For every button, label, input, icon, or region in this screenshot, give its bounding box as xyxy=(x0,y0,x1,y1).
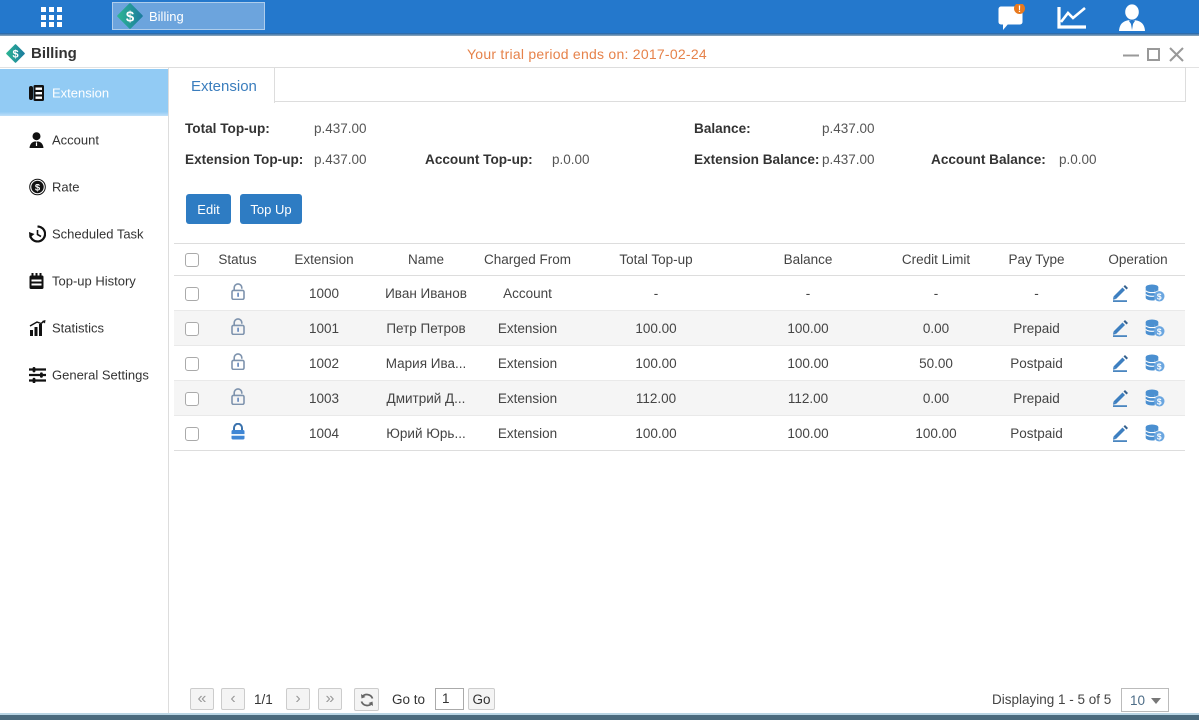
svg-text:$: $ xyxy=(1156,432,1161,442)
svg-text:$: $ xyxy=(12,49,18,61)
svg-text:$: $ xyxy=(35,182,41,193)
svg-text:$: $ xyxy=(1156,362,1161,372)
svg-text:!: ! xyxy=(1018,4,1021,14)
svg-text:$: $ xyxy=(1156,327,1161,337)
svg-text:$: $ xyxy=(1156,397,1161,407)
svg-text:$: $ xyxy=(126,9,135,26)
svg-text:$: $ xyxy=(1156,292,1161,302)
